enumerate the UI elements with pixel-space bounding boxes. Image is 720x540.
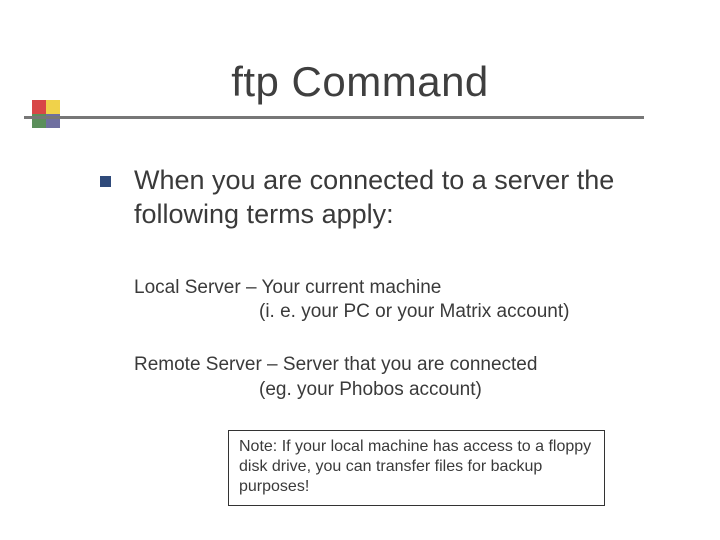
term-local-line2: (i. e. your PC or your Matrix account) xyxy=(134,300,680,325)
bullet-icon xyxy=(100,176,111,187)
term-remote-line1: Remote Server – Server that you are conn… xyxy=(134,353,680,378)
title-area: ftp Command xyxy=(0,58,720,106)
term-local: Local Server – Your current machine (i. … xyxy=(134,276,680,325)
note-text: Note: If your local machine has access t… xyxy=(239,438,591,495)
body: When you are connected to a server the f… xyxy=(90,164,680,506)
term-remote-line2: (eg. your Phobos account) xyxy=(134,378,680,403)
slide: ftp Command When you are connected to a … xyxy=(0,0,720,540)
slide-title: ftp Command xyxy=(0,58,720,106)
lead-text: When you are connected to a server the f… xyxy=(134,165,614,229)
note-box: Note: If your local machine has access t… xyxy=(228,430,605,506)
term-remote: Remote Server – Server that you are conn… xyxy=(134,353,680,402)
title-underline xyxy=(24,116,644,119)
lead-paragraph: When you are connected to a server the f… xyxy=(90,164,680,232)
term-local-line1: Local Server – Your current machine xyxy=(134,276,680,301)
terms: Local Server – Your current machine (i. … xyxy=(90,276,680,507)
